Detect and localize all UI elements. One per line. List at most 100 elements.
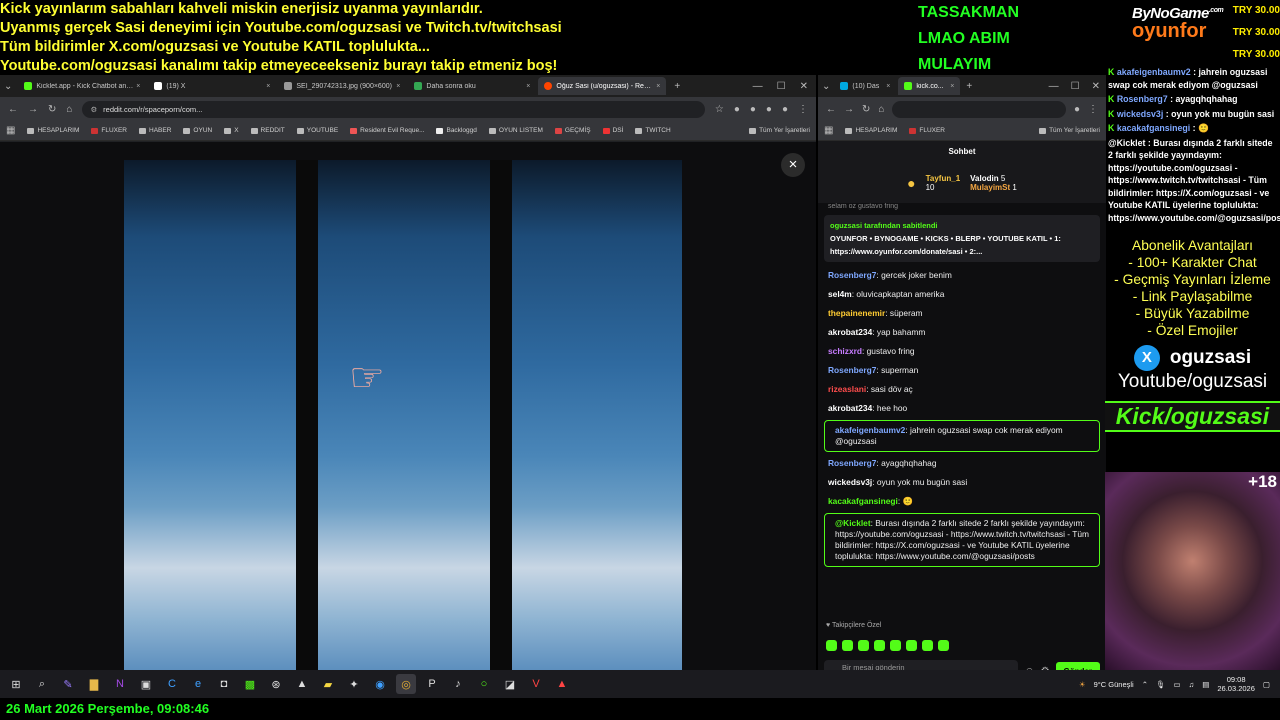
music-icon[interactable]: ♪ <box>448 674 468 694</box>
bookmark-item[interactable]: Resident Evil Reque... <box>350 127 424 134</box>
tab-active[interactable]: Oğuz Sasi (u/oguzsasi) - Reddit × <box>538 77 667 95</box>
tab[interactable]: Kicklet.app - Kick Chatbot and... × <box>18 77 146 95</box>
pinned-text[interactable]: OYUNFOR • BYNOGAME • KICKS • BLERP • YOU… <box>830 232 1094 258</box>
network-icon[interactable]: ▭ <box>1174 680 1181 689</box>
chat-username[interactable]: schizxrd <box>828 346 862 356</box>
app-icon[interactable]: C <box>162 674 182 694</box>
close-viewer-button[interactable]: × <box>781 153 805 177</box>
tab-search-icon[interactable]: ⌄ <box>822 81 830 92</box>
close-icon[interactable]: × <box>656 83 660 90</box>
extension-icon[interactable]: ● <box>734 104 740 115</box>
tab-active[interactable]: kick.co... × <box>898 77 961 95</box>
display-icon[interactable]: ▤ <box>1202 680 1209 689</box>
chat-username[interactable]: thepainenemir <box>828 308 885 318</box>
bookmark-item[interactable]: REDDIT <box>250 127 285 134</box>
bookmark-item[interactable]: DSİ <box>602 127 623 134</box>
menu-icon[interactable]: ⋮ <box>798 104 808 115</box>
chat-username[interactable]: rizeaslani <box>828 384 866 394</box>
app-icon[interactable]: ✦ <box>344 674 364 694</box>
windows-start-icon[interactable]: ⊞ <box>6 674 26 694</box>
tab[interactable]: Daha sonra oku × <box>408 77 536 95</box>
app-icon[interactable]: ○ <box>474 674 494 694</box>
emote-icon[interactable] <box>922 639 933 651</box>
chrome-icon[interactable]: ◎ <box>396 674 416 694</box>
chat-username[interactable]: akrobat234 <box>828 327 872 337</box>
back-icon[interactable]: ← <box>826 104 836 115</box>
address-bar[interactable] <box>892 100 1066 118</box>
chat-username[interactable]: sel4m <box>828 289 852 299</box>
emote-icon[interactable] <box>858 639 869 651</box>
vivaldi-icon[interactable]: V <box>526 674 546 694</box>
site-info-icon[interactable]: ⚙ <box>90 105 97 114</box>
onenote-icon[interactable]: N <box>110 674 130 694</box>
maximize-icon[interactable]: ☐ <box>777 81 786 92</box>
emote-icon[interactable] <box>906 639 917 651</box>
chat-username[interactable]: wickedsv3j <box>828 477 872 487</box>
new-tab-button[interactable]: + <box>966 81 972 92</box>
tab-search-icon[interactable]: ⌄ <box>4 81 12 92</box>
microphone-icon[interactable]: 🎙 <box>1156 680 1166 689</box>
bookmark-item[interactable]: HESAPLARIM <box>27 127 79 134</box>
close-icon[interactable]: × <box>886 83 890 90</box>
chat-username[interactable]: Rosenberg7 <box>828 458 876 468</box>
close-icon[interactable]: × <box>526 83 530 90</box>
extension-icon[interactable]: ● <box>750 104 756 115</box>
reload-icon[interactable]: ↻ <box>862 104 870 115</box>
minimize-icon[interactable]: — <box>753 81 763 92</box>
bookmark-item[interactable]: HESAPLARIM <box>845 127 897 134</box>
notifications-icon[interactable]: ▢ <box>1263 680 1270 689</box>
emote-icon[interactable] <box>890 639 901 651</box>
bookmark-item[interactable]: YOUTUBE <box>296 127 338 134</box>
tab[interactable]: SEI_290742313.jpg (900×600) × <box>278 77 406 95</box>
app-icon[interactable]: ◉ <box>370 674 390 694</box>
forward-icon[interactable]: → <box>28 104 38 115</box>
window-close-icon[interactable]: ✕ <box>1092 81 1100 92</box>
emote-icon[interactable] <box>826 639 837 651</box>
chat-username[interactable]: kacakafgansinegi <box>828 496 898 506</box>
window-close-icon[interactable]: ✕ <box>800 81 808 92</box>
menu-icon[interactable]: ⋮ <box>1088 104 1098 115</box>
close-icon[interactable]: × <box>266 83 270 90</box>
emote-icon[interactable] <box>842 639 853 651</box>
search-icon[interactable]: ⌕ <box>32 674 52 694</box>
bookmark-item[interactable]: FLUXER <box>91 127 127 134</box>
tab[interactable]: (19) X × <box>148 77 276 95</box>
all-bookmarks[interactable]: Tüm Yer İşaretleri <box>749 127 810 134</box>
extension-icon[interactable]: ● <box>1074 104 1080 115</box>
clock[interactable]: 09:08 26.03.2026 <box>1217 675 1255 693</box>
bookmark-item[interactable]: OYUN LISTEM <box>488 127 543 134</box>
close-icon[interactable]: × <box>136 83 140 90</box>
extension-icon[interactable]: ● <box>782 104 788 115</box>
speaker-icon[interactable]: ♫ <box>1189 680 1195 689</box>
camera-icon[interactable]: ◘ <box>214 674 234 694</box>
bookmark-item[interactable]: Backloggd <box>436 127 477 134</box>
app-icon[interactable]: ▲ <box>292 674 312 694</box>
minimize-icon[interactable]: — <box>1049 81 1059 92</box>
bookmark-item[interactable]: FLUXER <box>909 127 945 134</box>
bookmark-star-icon[interactable]: ☆ <box>715 104 724 115</box>
extension-icon[interactable]: ● <box>766 104 772 115</box>
reload-icon[interactable]: ↻ <box>48 104 56 115</box>
bookmark-item[interactable]: OYUN <box>183 127 212 134</box>
chat-username[interactable]: Rosenberg7 <box>828 365 876 375</box>
app-icon[interactable]: ⊛ <box>266 674 286 694</box>
home-icon[interactable]: ⌂ <box>66 104 72 115</box>
maximize-icon[interactable]: ☐ <box>1071 81 1080 92</box>
emote-icon[interactable] <box>874 639 885 651</box>
chevron-up-icon[interactable]: ⌃ <box>1142 680 1148 689</box>
app-icon[interactable]: ▣ <box>136 674 156 694</box>
app-icon[interactable]: ◪ <box>500 674 520 694</box>
back-icon[interactable]: ← <box>8 104 18 115</box>
bookmark-item[interactable]: TWITCH <box>635 127 671 134</box>
bookmark-item[interactable]: HABER <box>139 127 171 134</box>
close-icon[interactable]: × <box>396 83 400 90</box>
app-icon[interactable]: ▲ <box>552 674 572 694</box>
address-bar[interactable]: ⚙ reddit.com/r/spaceporn/com... <box>82 100 705 118</box>
feather-app-icon[interactable]: ✎ <box>58 674 78 694</box>
emote-icon[interactable] <box>938 639 949 651</box>
forward-icon[interactable]: → <box>844 104 854 115</box>
new-tab-button[interactable]: + <box>674 81 680 92</box>
app-icon[interactable]: P <box>422 674 442 694</box>
chat-username[interactable]: akrobat234 <box>828 403 872 413</box>
weather-text[interactable]: 9°C Güneşli <box>1094 680 1134 689</box>
